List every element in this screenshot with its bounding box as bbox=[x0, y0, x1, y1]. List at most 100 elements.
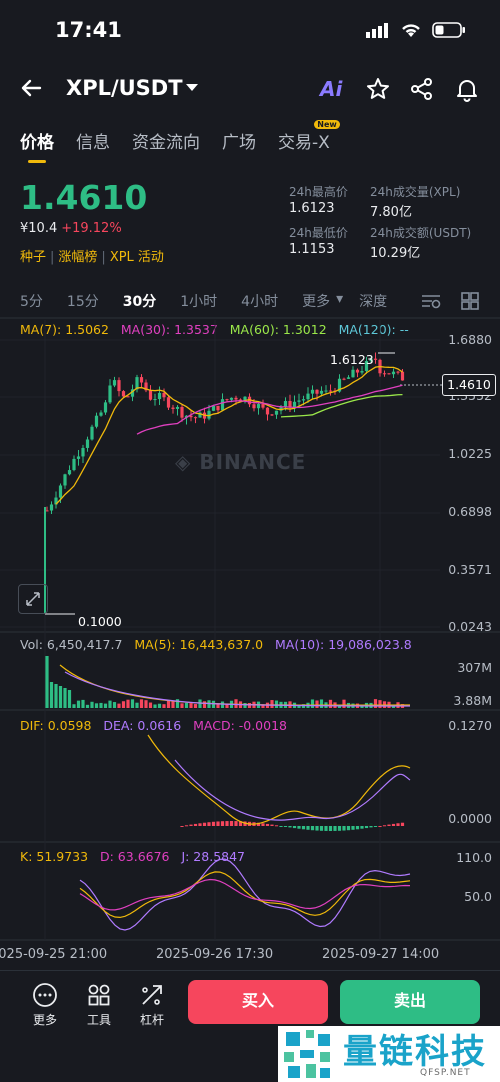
ma7-line bbox=[55, 365, 403, 505]
price-axis-label: 0.3571 bbox=[448, 562, 492, 577]
candle-body bbox=[112, 380, 117, 386]
low-annotation: 0.1000 bbox=[78, 614, 122, 629]
leverage-button[interactable]: 杠杆 bbox=[130, 982, 174, 1028]
volume-bar bbox=[108, 700, 112, 708]
macd-hist-bar bbox=[337, 826, 342, 831]
kdj-legend: K: 51.9733 D: 63.6676 J: 28.5847 bbox=[20, 849, 245, 864]
candle-body bbox=[108, 385, 112, 403]
volume-axis-top: 307M bbox=[457, 660, 492, 675]
candle-body bbox=[256, 404, 261, 409]
macd-hist-bar bbox=[216, 821, 220, 826]
candle-body bbox=[382, 373, 387, 375]
vol-ma5: MA(5): 16,443,637.0 bbox=[134, 637, 264, 652]
candle-body bbox=[301, 399, 306, 401]
volume-bar bbox=[130, 699, 135, 708]
volume-bar bbox=[90, 701, 94, 708]
candle-body bbox=[72, 458, 76, 471]
macd-hist-bar bbox=[265, 823, 270, 826]
time-axis-label: 2025-09-27 14:00 bbox=[322, 947, 440, 962]
macd-hist-bar bbox=[319, 826, 324, 831]
volume-bar bbox=[99, 702, 103, 708]
macd-hist-bar bbox=[364, 826, 369, 829]
candle-body bbox=[175, 406, 180, 409]
kdj-j: J: 28.5847 bbox=[181, 849, 245, 864]
volume-bar bbox=[67, 690, 72, 708]
candle-body bbox=[274, 410, 279, 415]
candle-body bbox=[292, 401, 297, 408]
macd-hist-bar bbox=[270, 824, 274, 826]
macd-hist-bar bbox=[202, 822, 207, 826]
volume-bar bbox=[270, 700, 274, 708]
candle-body bbox=[103, 402, 108, 413]
sell-button[interactable]: 卖出 bbox=[340, 980, 480, 1024]
ad-url: QFSP.NET bbox=[420, 1068, 471, 1078]
macd-hist-bar bbox=[225, 821, 229, 826]
volume-bar bbox=[373, 699, 378, 708]
candle-body bbox=[81, 447, 85, 457]
volume-bar bbox=[184, 702, 189, 708]
candle-body bbox=[139, 377, 144, 383]
volume-bar bbox=[148, 702, 153, 708]
volume-bar bbox=[112, 702, 117, 708]
candle-body bbox=[351, 369, 355, 378]
macd-hist-bar bbox=[310, 826, 315, 831]
macd-dif: DIF: 0.0598 bbox=[20, 718, 92, 733]
macd-hist-bar bbox=[274, 825, 279, 827]
kdj-axis-top: 110.0 bbox=[456, 850, 492, 865]
qr-logo-icon bbox=[284, 1030, 330, 1078]
candle-body bbox=[211, 405, 216, 411]
high-annotation: 1.6123 bbox=[330, 352, 374, 367]
macd-hist-bar bbox=[324, 826, 328, 831]
vol-ma5-line bbox=[59, 664, 411, 706]
volume-bar bbox=[135, 702, 139, 708]
volume-bar bbox=[103, 703, 108, 708]
time-axis-label: 2025-09-26 17:30 bbox=[156, 947, 274, 962]
macd-hist-bar bbox=[387, 824, 391, 826]
macd-hist-bar bbox=[342, 826, 346, 831]
volume-bar bbox=[58, 686, 63, 708]
fullscreen-button[interactable] bbox=[18, 584, 48, 614]
candle-body bbox=[148, 390, 153, 400]
candle-body bbox=[157, 392, 162, 400]
volume-bar bbox=[76, 700, 81, 708]
watermark-logo: ◈ BINANCE bbox=[175, 450, 307, 474]
volume-bar bbox=[85, 704, 90, 708]
candle-body bbox=[171, 407, 175, 409]
candle-body bbox=[315, 389, 319, 394]
candle-body bbox=[342, 378, 346, 380]
volume-bar bbox=[72, 704, 76, 708]
macd-hist-bar bbox=[292, 826, 297, 829]
buy-button[interactable]: 买入 bbox=[188, 980, 328, 1024]
candle-body bbox=[306, 393, 310, 400]
macd-hist-bar bbox=[261, 823, 265, 826]
macd-dif-line bbox=[147, 734, 411, 825]
price-axis-label: 0.6898 bbox=[448, 504, 492, 519]
ad-title: 量链科技 bbox=[343, 1032, 487, 1072]
candle-body bbox=[360, 371, 364, 373]
candle-body bbox=[85, 439, 90, 448]
volume-bar bbox=[319, 699, 324, 708]
macd-hist-bar bbox=[328, 826, 333, 831]
macd-hist-bar bbox=[297, 826, 301, 829]
candle-body bbox=[346, 377, 351, 379]
volume-bar bbox=[310, 699, 315, 708]
volume-bar bbox=[45, 656, 49, 708]
more-button[interactable]: 更多 bbox=[23, 982, 67, 1028]
candle-body bbox=[400, 371, 405, 381]
macd-hist-bar bbox=[234, 821, 238, 826]
volume-bar bbox=[117, 703, 121, 708]
candle-body bbox=[310, 389, 315, 394]
volume-bar bbox=[193, 704, 198, 708]
volume-bar bbox=[121, 701, 126, 708]
tools-label: 工具 bbox=[86, 1013, 111, 1027]
macd-hist-bar bbox=[378, 825, 382, 827]
candle-body bbox=[90, 426, 94, 440]
macd-hist-bar bbox=[382, 825, 387, 827]
tools-button[interactable]: 工具 bbox=[77, 982, 121, 1028]
kline-chart[interactable] bbox=[0, 0, 500, 970]
macd-hist-bar bbox=[333, 826, 337, 831]
volume-bar bbox=[378, 700, 382, 708]
volume-bar bbox=[144, 700, 148, 708]
kdj-axis-mid: 50.0 bbox=[464, 889, 492, 904]
candle-body bbox=[396, 371, 400, 373]
